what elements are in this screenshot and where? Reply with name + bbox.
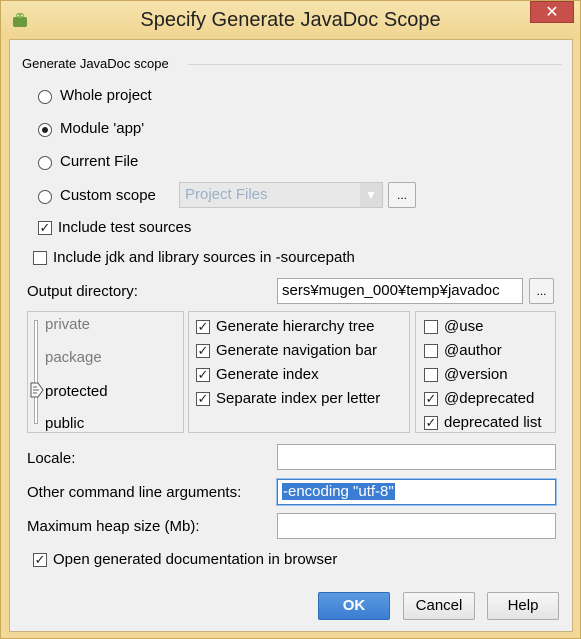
option-label: Generate index xyxy=(216,366,319,383)
radio-label: Current File xyxy=(60,153,139,170)
custom-scope-dropdown[interactable]: Project Files ▼ xyxy=(179,182,383,208)
option-label: Generate navigation bar xyxy=(216,342,377,359)
generate-options-panel: ✓ Generate hierarchy tree ✓ Generate nav… xyxy=(188,311,410,433)
output-directory-field[interactable]: sers¥mugen_000¥temp¥javadoc xyxy=(277,278,523,304)
scope-group-title: Generate JavaDoc scope xyxy=(22,56,169,71)
tag-options-panel: @use @author @version ✓ @deprecated ✓ de… xyxy=(415,311,556,433)
include-test-sources-checkbox[interactable]: ✓ xyxy=(38,221,52,235)
other-args-field[interactable]: -encoding "utf-8" xyxy=(277,479,556,505)
locale-label: Locale: xyxy=(27,450,76,467)
checkbox[interactable]: ✓ xyxy=(196,320,210,334)
dialog-content: Generate JavaDoc scope Whole project Mod… xyxy=(9,39,573,632)
chevron-down-icon[interactable]: ▼ xyxy=(360,183,382,207)
radio-button[interactable] xyxy=(38,90,52,104)
include-test-sources-label: Include test sources xyxy=(58,219,192,236)
slider-thumb-icon[interactable] xyxy=(30,382,44,398)
open-in-browser-label: Open generated documentation in browser xyxy=(53,551,338,568)
checkbox[interactable] xyxy=(424,320,438,334)
checkbox[interactable]: ✓ xyxy=(424,392,438,406)
radio-label: Module 'app' xyxy=(60,120,145,137)
title-bar[interactable]: Specify Generate JavaDoc Scope ✕ xyxy=(1,1,580,39)
include-jdk-sources-checkbox[interactable] xyxy=(33,251,47,265)
checkbox[interactable] xyxy=(424,344,438,358)
radio-button[interactable] xyxy=(38,190,52,204)
custom-scope-browse-button[interactable]: ... xyxy=(388,182,416,208)
max-heap-label: Maximum heap size (Mb): xyxy=(27,518,200,535)
radio-label: Custom scope xyxy=(60,187,156,204)
help-button[interactable]: Help xyxy=(487,592,559,620)
output-directory-browse-button[interactable]: ... xyxy=(529,278,554,304)
other-args-selected-text: -encoding "utf-8" xyxy=(282,483,395,500)
checkbox[interactable]: ✓ xyxy=(196,344,210,358)
visibility-level-public[interactable]: public xyxy=(45,415,84,432)
option-label: deprecated list xyxy=(444,414,542,431)
locale-field[interactable] xyxy=(277,444,556,470)
dropdown-value: Project Files xyxy=(185,186,268,203)
visibility-level-protected[interactable]: protected xyxy=(45,383,108,400)
radio-button-selected[interactable] xyxy=(38,123,52,137)
close-button[interactable]: ✕ xyxy=(530,1,574,23)
window-title: Specify Generate JavaDoc Scope xyxy=(140,9,441,31)
option-label: Generate hierarchy tree xyxy=(216,318,375,335)
radio-label: Whole project xyxy=(60,87,152,104)
ok-button[interactable]: OK xyxy=(318,592,390,620)
max-heap-field[interactable] xyxy=(277,513,556,539)
output-directory-label: Output directory: xyxy=(27,283,138,300)
option-label: Separate index per letter xyxy=(216,390,381,407)
visibility-slider-track[interactable] xyxy=(34,320,38,424)
visibility-level-package[interactable]: package xyxy=(45,349,102,366)
checkbox[interactable] xyxy=(424,368,438,382)
option-label: @author xyxy=(444,342,502,359)
option-label: @version xyxy=(444,366,508,383)
group-separator xyxy=(188,64,562,65)
open-in-browser-checkbox[interactable]: ✓ xyxy=(33,553,47,567)
option-label: @deprecated xyxy=(444,390,535,407)
include-jdk-sources-label: Include jdk and library sources in -sour… xyxy=(53,249,355,266)
dialog-window: Specify Generate JavaDoc Scope ✕ Generat… xyxy=(0,0,581,639)
visibility-level-private[interactable]: private xyxy=(45,316,90,333)
cancel-button[interactable]: Cancel xyxy=(403,592,475,620)
checkbox[interactable]: ✓ xyxy=(424,416,438,430)
close-icon: ✕ xyxy=(545,4,559,21)
checkbox[interactable]: ✓ xyxy=(196,392,210,406)
radio-button[interactable] xyxy=(38,156,52,170)
checkbox[interactable]: ✓ xyxy=(196,368,210,382)
visibility-panel: private package protected public xyxy=(27,311,184,433)
option-label: @use xyxy=(444,318,484,335)
other-args-label: Other command line arguments: xyxy=(27,484,242,501)
